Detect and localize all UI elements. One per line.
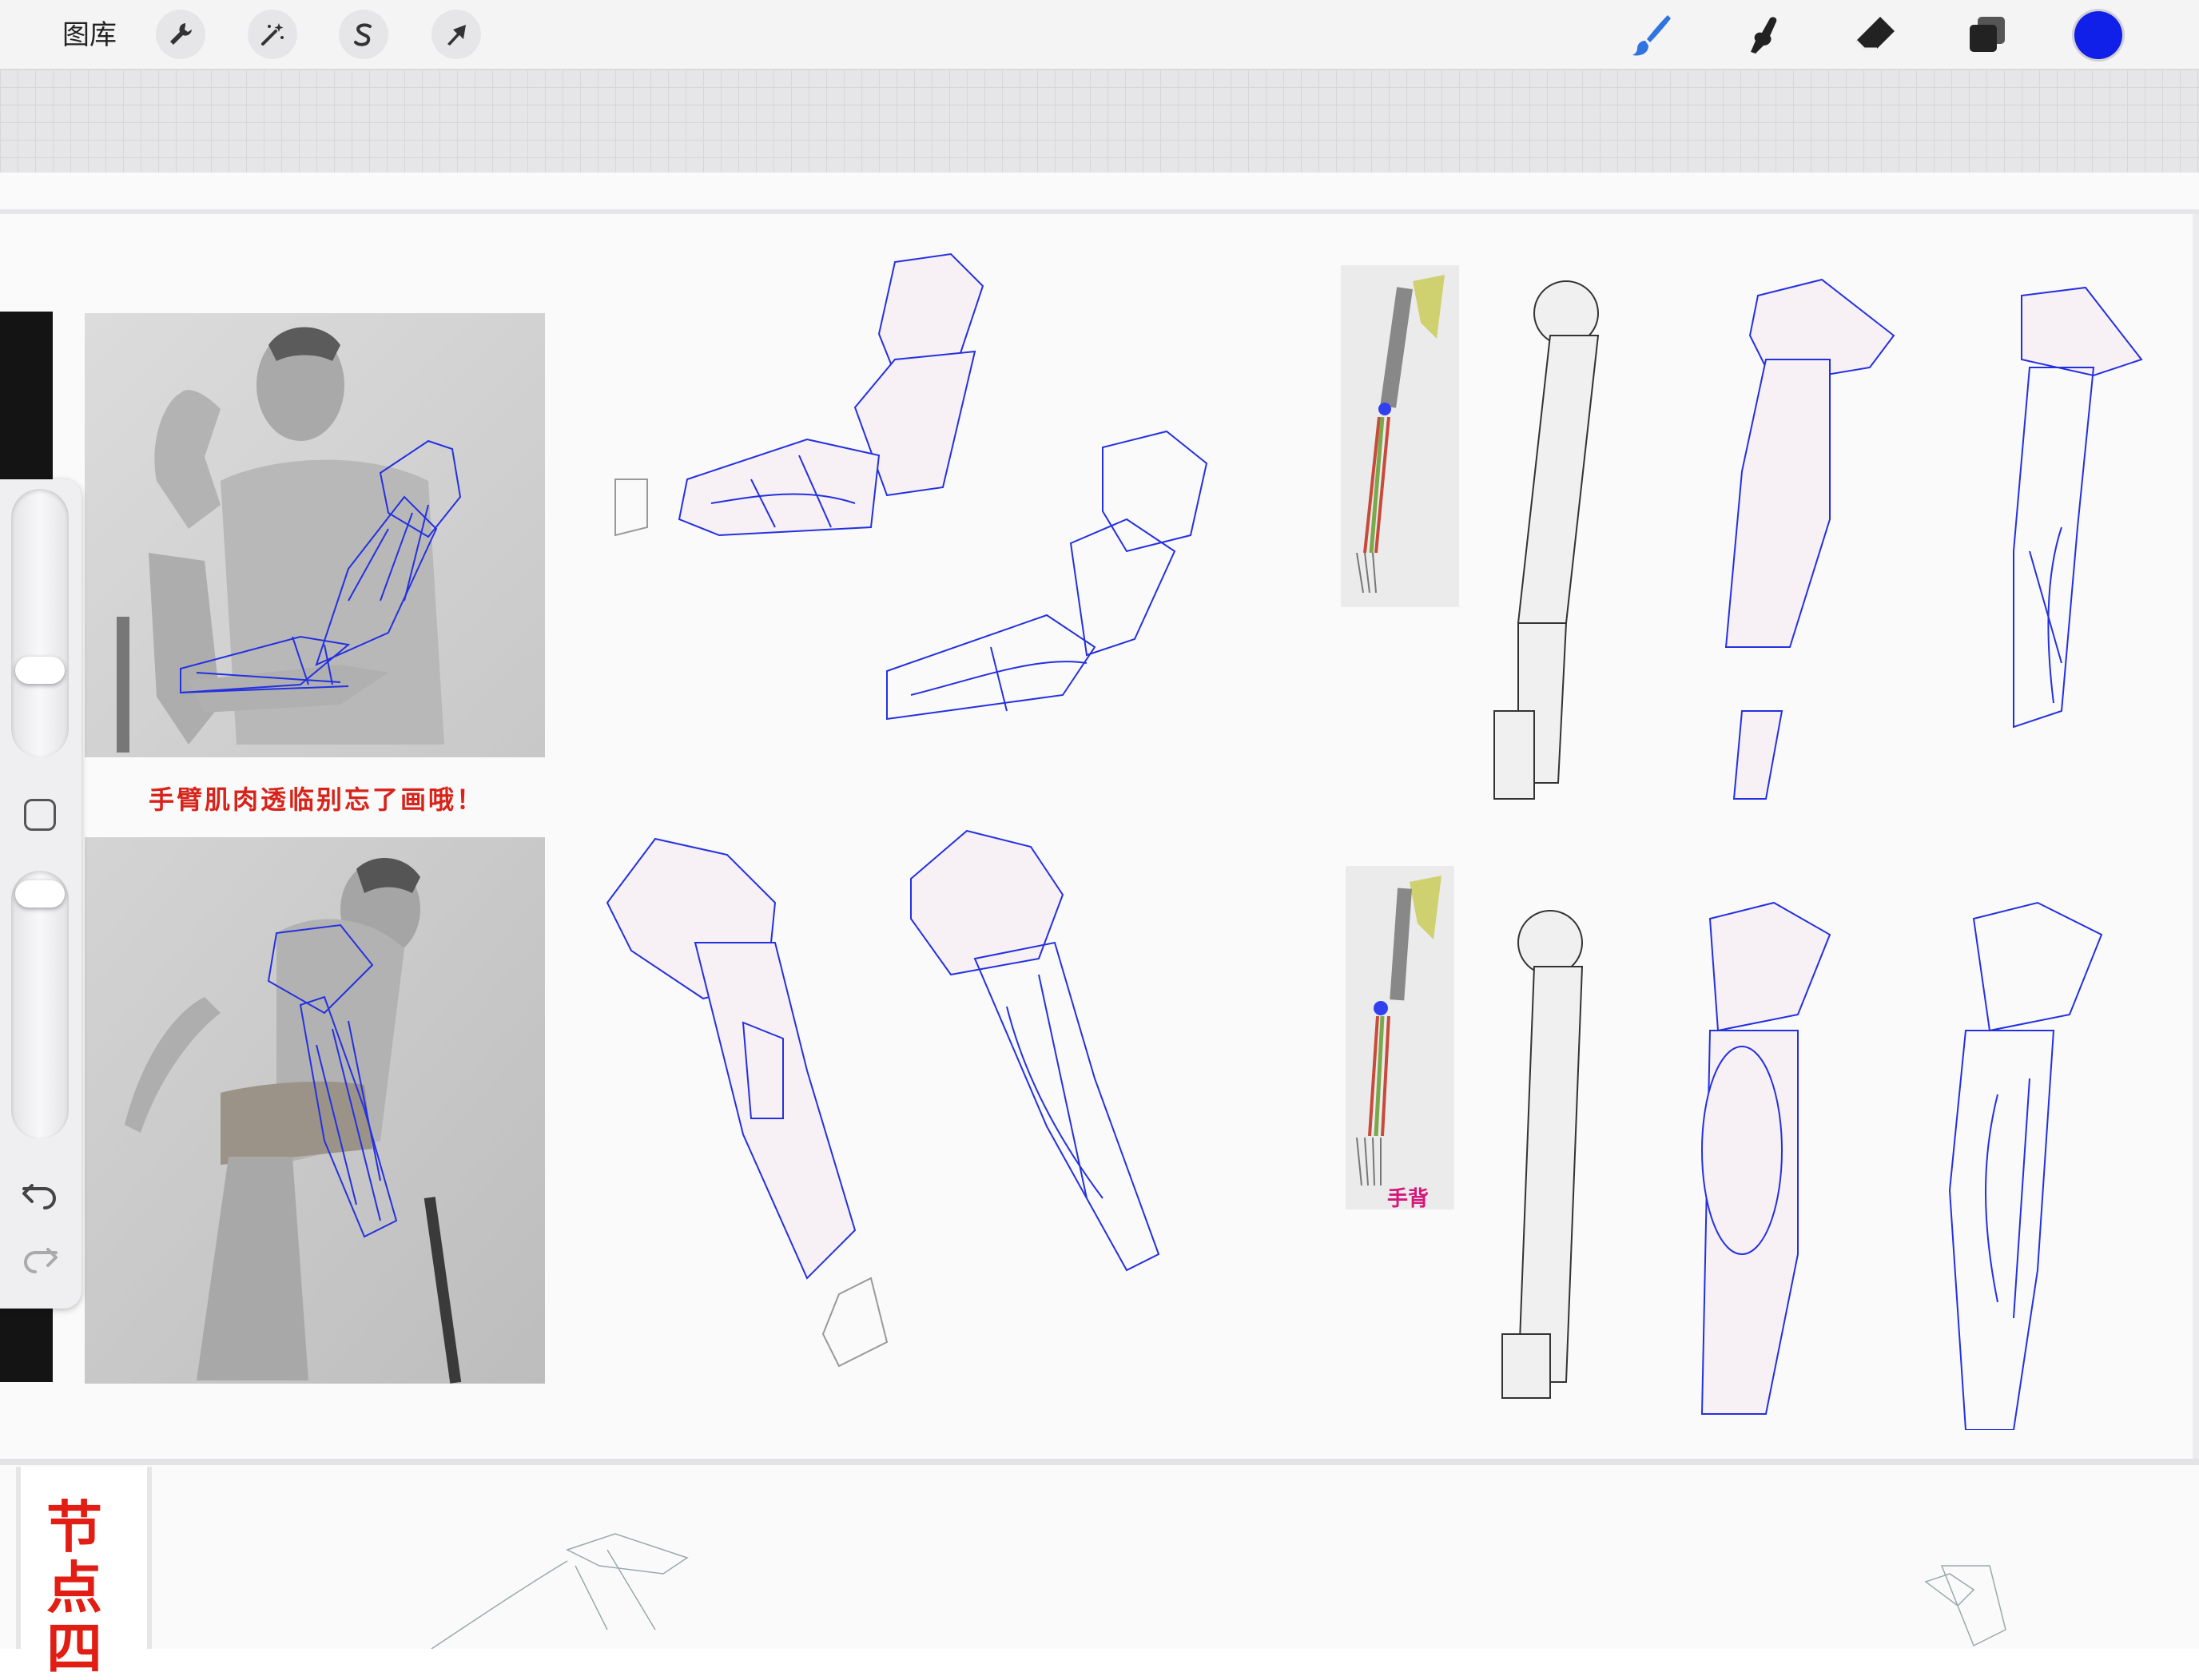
bone-reference-top [1341, 265, 1459, 607]
reference-photo-top [85, 313, 545, 757]
mannequin-arm-1 [1493, 280, 1600, 800]
brush-icon[interactable] [1624, 6, 1680, 62]
section-title: 节点四 [46, 1496, 102, 1680]
gallery-button[interactable]: 图库 [62, 18, 117, 53]
magic-wand-icon[interactable] [248, 10, 297, 59]
arm-sketches-right [1493, 278, 2143, 1430]
top-toolbar: 图库 [0, 0, 2199, 70]
blue-arm-3 [2013, 286, 2143, 729]
sketch-arm-1 [614, 252, 984, 537]
sheet-divider-right [2193, 214, 2199, 1460]
redo-icon[interactable] [21, 1243, 59, 1279]
arm-sketches-blue [606, 252, 1208, 1368]
sketch-arm-3 [606, 837, 889, 1368]
reminder-caption: 手臂肌肉透临别忘了画哦！ [148, 785, 484, 814]
layers-icon[interactable] [1959, 6, 2015, 62]
canvas-grid-strip [0, 70, 2199, 173]
arm-overlay-top [180, 439, 462, 694]
blue-arm-5 [1700, 901, 1831, 1415]
brush-size-knob[interactable] [15, 657, 65, 684]
square-icon[interactable] [24, 799, 56, 831]
undo-icon[interactable] [21, 1179, 59, 1215]
bone-reference-bottom [1346, 866, 1454, 1209]
sketch-arm-4 [910, 829, 1160, 1272]
wrench-icon[interactable] [156, 10, 205, 59]
opacity-slider[interactable] [11, 871, 69, 1139]
brush-size-slider[interactable] [11, 489, 69, 757]
arm-overlay-bottom [267, 923, 398, 1238]
bottom-sketches [431, 1533, 2006, 1649]
eraser-icon[interactable] [1847, 6, 1903, 62]
color-swatch[interactable] [2074, 11, 2122, 59]
selection-icon[interactable] [339, 10, 388, 59]
blue-arm-6 [1948, 901, 2103, 1430]
smudge-icon[interactable] [1736, 6, 1791, 62]
sheet-divider-bottom [0, 1459, 2199, 1465]
opacity-knob[interactable] [15, 880, 65, 908]
transform-arrow-icon[interactable] [431, 10, 481, 59]
bone-label: 手背 [1387, 1186, 1430, 1210]
blue-arm-2 [1724, 278, 1895, 800]
mannequin-arm-4 [1501, 910, 1584, 1399]
reference-photo-bottom [85, 837, 545, 1384]
side-panel [0, 479, 82, 1309]
sheet-divider-top [0, 209, 2199, 214]
